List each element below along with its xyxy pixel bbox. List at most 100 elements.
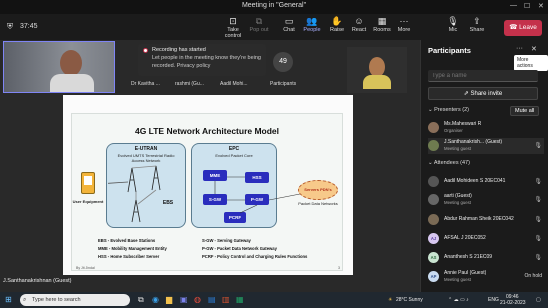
legend-item: EBS - Evolved Base Stations: [98, 238, 156, 243]
powerpoint-icon[interactable]: ▥: [222, 295, 230, 305]
participant-face: [369, 57, 385, 77]
legend-item: P-GW - Packet Data Network Gateway: [202, 246, 277, 251]
video-tile-self[interactable]: [3, 41, 115, 93]
window-title: Meeting in "General": [241, 2, 307, 9]
maximize-icon[interactable]: ☐: [524, 2, 530, 10]
notification-icon[interactable]: ▢: [536, 297, 541, 303]
tray-icons[interactable]: ⌃ ☁ ▭ ♪: [448, 297, 469, 303]
mic-off-icon: 🎙: [534, 217, 542, 223]
status-badge: On hold: [524, 273, 542, 279]
tower-icon: [127, 167, 137, 193]
pop-out-icon: ⧉: [255, 16, 263, 26]
close-icon[interactable]: ✕: [538, 2, 544, 10]
avatar: AS: [428, 252, 439, 263]
people-button[interactable]: 👥 People: [298, 16, 326, 33]
slide-page-number: 3: [338, 266, 340, 270]
search-icon: ⌕: [23, 297, 27, 303]
mic-off-icon: 🎙: [534, 179, 542, 185]
speaker-label: J.Santhanakrishnan (Guest): [3, 278, 72, 284]
presenters-header[interactable]: ⌄ Presenters (2): [428, 107, 469, 113]
mic-off-icon: 🎙: [534, 236, 542, 242]
share-icon: ⇪: [473, 16, 481, 26]
close-panel-icon[interactable]: ✕: [531, 45, 537, 53]
list-item[interactable]: AP Annie Paul (Guest) Meeting guest On h…: [428, 269, 544, 285]
ue-label: User Equipment: [72, 199, 104, 204]
list-item[interactable]: Ms.Maheswari R Organiser: [428, 120, 544, 136]
share-button[interactable]: ⇪ Share: [463, 16, 491, 33]
phone-icon: [81, 172, 95, 194]
list-item[interactable]: AS Ananthesh S 21EC09 🎙: [428, 250, 544, 266]
people-icon: 👥: [306, 16, 318, 26]
mic-off-icon: 🎙: [534, 197, 542, 203]
meeting-toolbar: ⛨ 37:45 ⊡ Take control ⧉ Pop out ▭ Chat 👥 Pe…: [0, 14, 548, 40]
chrome-icon[interactable]: ◍: [194, 295, 201, 305]
legend-item: PCRF - Policy Control and Charging Rules…: [202, 254, 308, 259]
participant-count[interactable]: 49: [273, 52, 293, 72]
recording-body: Let people in the meeting know they're b…: [152, 55, 261, 69]
minimize-icon[interactable]: —: [510, 2, 517, 9]
slide-title: 4G LTE Network Architecture Model: [134, 126, 280, 136]
mute-all-button[interactable]: Mute all: [510, 106, 540, 116]
list-item[interactable]: aarti (Guest) Meeting guest 🎙: [428, 192, 544, 208]
epc-title: EPC: [228, 146, 240, 152]
epc-subtitle: Evolved Packet Core: [215, 153, 253, 158]
weather-text[interactable]: 28°C Sunny: [396, 297, 423, 303]
cloud-label: Servers PDN's: [304, 187, 332, 192]
teams-icon[interactable]: ▣: [180, 295, 188, 305]
list-item[interactable]: J.Santhanakrish... (Guest) Meeting guest…: [428, 138, 544, 154]
avatar: [428, 140, 439, 151]
take-control-button[interactable]: ⊡ Take control: [219, 16, 247, 39]
word-icon[interactable]: ▤: [208, 295, 216, 305]
participant-name: Dr Kavitha ...: [131, 81, 160, 87]
mic-off-icon: 🎙: [534, 255, 542, 261]
eutran-title: E-UTRAN: [134, 146, 158, 152]
legend-item: S-GW - Serving Gateway: [202, 238, 251, 243]
participant-count-label: Participants: [270, 81, 297, 87]
participant-shirt: [50, 74, 94, 92]
recording-title: Recording has started: [152, 47, 206, 53]
video-tile-participant[interactable]: [347, 47, 407, 93]
search-field[interactable]: [432, 71, 532, 81]
recording-icon: [143, 48, 148, 53]
participant-shirt: [363, 75, 391, 89]
shield-icon: ⛨: [7, 22, 13, 31]
file-explorer-icon[interactable]: ▆: [166, 295, 172, 305]
take-control-icon: ⊡: [229, 16, 237, 26]
avatar: AP: [428, 271, 439, 282]
mic-icon: 🎙: [534, 143, 542, 149]
panel-title: Participants: [428, 46, 471, 55]
share-invite-icon: ⇗: [463, 91, 471, 97]
task-view-icon[interactable]: ⧉: [138, 295, 144, 305]
excel-icon[interactable]: ▦: [236, 295, 244, 305]
leave-button[interactable]: ☎ Leave: [504, 20, 542, 36]
search-input[interactable]: [428, 70, 538, 82]
windows-start-icon[interactable]: ⊞: [5, 295, 12, 305]
meeting-timer: 37:45: [20, 23, 38, 30]
list-item[interactable]: AJ AFSAL J 20EC052 🎙: [428, 231, 544, 247]
more-button[interactable]: ··· More: [390, 16, 418, 33]
attendees-header[interactable]: ⌄ Attendees (47): [428, 160, 470, 166]
avatar: [428, 122, 439, 133]
sun-icon: ☀: [388, 297, 393, 303]
recording-banner: Recording has started Let people in the …: [138, 44, 266, 76]
more-actions-icon[interactable]: ···: [516, 45, 523, 52]
taskbar-search[interactable]: ⌕ Type here to search: [20, 294, 130, 306]
base-stations-diagram: [108, 165, 161, 223]
legend-item: MME - Mobility Management Entity: [98, 246, 167, 251]
more-icon: ···: [399, 16, 409, 26]
list-item[interactable]: Aadil Mohideen S 20EC041 🎙: [428, 174, 544, 190]
share-invite-button[interactable]: ⇗ Share invite: [428, 87, 538, 100]
participant-face: [60, 50, 82, 76]
pop-out-button[interactable]: ⧉ Pop out: [245, 16, 273, 33]
language-indicator[interactable]: ENG: [488, 297, 499, 303]
participant-name: rashmi (Gu...: [175, 81, 204, 87]
slide-footer: By Jit Jindal: [76, 266, 95, 270]
phone-icon: ☎: [509, 24, 520, 31]
edge-icon[interactable]: ◉: [152, 295, 159, 305]
tooltip: More actions: [514, 55, 548, 71]
avatar: AJ: [428, 233, 439, 244]
title-bar: Meeting in "General" — ☐ ✕: [0, 0, 548, 14]
list-item[interactable]: Abdur Rahman Sheik 20EC042 🎙: [428, 212, 544, 228]
clock-date[interactable]: 21-02-2023: [500, 300, 526, 306]
participant-name: Aadil Mohi...: [220, 81, 248, 87]
